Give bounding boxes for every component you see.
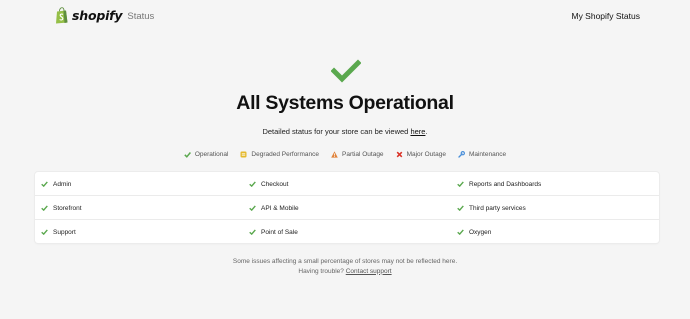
service-name: Storefront [53,204,82,212]
check-icon [249,205,256,211]
service-third-party: Third party services [457,196,526,220]
legend-partial-outage: Partial Outage [331,151,384,158]
detail-here-link[interactable]: here [410,127,425,136]
check-icon [41,229,48,235]
legend-label: Maintenance [468,151,507,158]
service-name: Oxygen [469,228,492,236]
check-icon [249,229,256,235]
footer: Some issues affecting a small percentage… [0,257,690,276]
service-reports: Reports and Dashboards [457,172,541,196]
legend-major-outage: Major Outage [396,151,446,158]
shopify-logo[interactable]: shopify Status [55,7,154,24]
check-icon [457,229,464,235]
service-name: Admin [53,180,72,188]
services-row: Storefront API & Mobile Third party serv… [35,196,659,220]
legend-label: Major Outage [406,151,446,158]
service-name: Third party services [469,204,526,212]
trouble-prefix: Having trouble? [298,267,346,275]
services-row: Admin Checkout Reports and Dashboards [35,172,659,196]
detail-prefix: Detailed status for your store can be vi… [262,127,411,136]
service-support: Support [41,220,76,244]
wrench-icon [458,151,465,158]
warning-icon [331,151,338,158]
service-oxygen: Oxygen [457,220,491,244]
service-name: Checkout [261,180,289,188]
legend-label: Degraded Performance [251,151,319,158]
degraded-icon [240,151,247,158]
service-api-mobile: API & Mobile [249,196,299,220]
legend-label: Partial Outage [342,151,384,158]
footer-note: Some issues affecting a small percentage… [232,258,458,265]
header: shopify Status My Shopify Status [0,0,690,34]
logo-status-label: Status [127,11,155,22]
service-checkout: Checkout [249,172,288,196]
check-icon [41,205,48,211]
check-icon [41,181,48,187]
check-icon [184,152,191,158]
service-storefront: Storefront [41,196,82,220]
service-point-of-sale: Point of Sale [249,220,298,244]
check-icon [457,181,464,187]
page-title: All Systems Operational [236,92,454,114]
x-icon [396,151,402,158]
footer-trouble: Having trouble? Contact support [0,267,690,277]
legend-maintenance: Maintenance [458,151,506,158]
my-shopify-status-link[interactable]: My Shopify Status [571,11,640,21]
service-name: API & Mobile [261,204,299,212]
logo-wordmark: shopify [72,8,123,23]
legend-operational: Operational [184,151,229,158]
detail-suffix: . [425,127,428,136]
legend-degraded: Degraded Performance [240,151,319,158]
services-row: Support Point of Sale Oxygen [35,220,659,244]
check-icon [249,181,256,187]
contact-support-link[interactable]: Contact support [346,268,392,275]
service-admin: Admin [41,172,71,196]
detail-text: Detailed status for your store can be vi… [0,127,690,136]
service-name: Support [53,228,76,236]
service-name: Point of Sale [261,228,298,236]
shopify-bag-icon [56,7,68,24]
check-icon [457,205,464,211]
check-icon [331,59,361,83]
status-legend: Operational Degraded Performance Partial… [0,151,690,158]
services-panel: Admin Checkout Reports and Dashboards St… [35,172,659,243]
service-name: Reports and Dashboards [469,180,542,188]
legend-label: Operational [194,151,229,158]
